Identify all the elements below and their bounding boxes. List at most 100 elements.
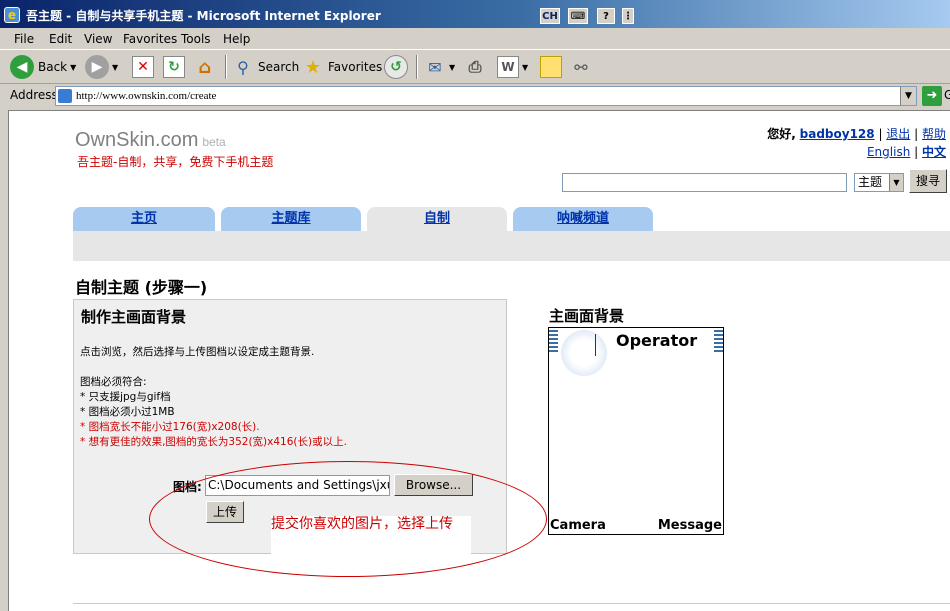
panel-title: 制作主画面背景 — [81, 308, 187, 326]
clock-icon — [561, 330, 607, 376]
greeting: 您好, — [767, 127, 796, 141]
go-label[interactable]: G — [944, 88, 950, 102]
username-link[interactable]: badboy128 — [800, 127, 875, 141]
file-label: 图档: — [173, 480, 202, 494]
address-url[interactable]: http://www.ownskin.com/create — [76, 90, 216, 102]
operator-label: Operator — [616, 331, 698, 350]
address-dropdown-icon[interactable]: ▼ — [900, 87, 916, 105]
softkey-left-label: Camera — [550, 518, 606, 533]
beta-tag: beta — [202, 135, 226, 149]
tab-create[interactable]: 自制 — [367, 207, 507, 231]
user-bar: 您好, badboy128 | 退出 | 帮助 English | 中文 — [767, 127, 946, 159]
stop-button[interactable]: ✕ — [132, 53, 154, 81]
mail-dropdown-icon[interactable]: ▼ — [449, 63, 455, 72]
go-arrow-icon[interactable]: ➜ — [922, 86, 942, 106]
mail-button[interactable]: ✉ ▼ — [424, 53, 455, 81]
tab-theme-library-label: 主题库 — [271, 211, 311, 226]
site-tagline: 吾主题-自制，共享，免费下手机主题 — [77, 155, 274, 169]
keyboard-icon[interactable]: ⌨ — [568, 8, 588, 24]
edit-button[interactable]: W ▼ — [497, 53, 528, 81]
ime-options-icon[interactable]: ⋮ — [622, 8, 634, 24]
browse-button[interactable]: Browse... — [394, 474, 473, 496]
mail-icon: ✉ — [428, 57, 442, 77]
softkey-right-label: Message — [657, 518, 722, 533]
window-title: 吾主题 - 自制与共享手机主题 - Microsoft Internet Exp… — [26, 9, 381, 23]
toolbar: ◀ Back ▼ ▶ ▼ ✕ ↻ ⌂ ⚲ Search ★ Favorites … — [0, 50, 950, 84]
star-icon: ★ — [304, 56, 322, 78]
edit-dropdown-icon[interactable]: ▼ — [522, 63, 528, 72]
search-icon: ⚲ — [237, 57, 249, 77]
chinese-link[interactable]: 中文 — [922, 145, 946, 159]
requirement-recommended: * 想有更佳的效果,图档的宽长为352(宽)x416(长)或以上. — [80, 436, 347, 448]
tab-shout-channel[interactable]: 呐喊频道 — [513, 207, 653, 231]
language-indicator[interactable]: CH — [540, 8, 560, 24]
requirement-size: * 图档必须小过1MB — [80, 406, 175, 418]
phone-screen-preview: Operator Camera Message — [548, 327, 724, 535]
printer-icon: ⎙ — [468, 57, 482, 76]
upload-button[interactable]: 上传 — [206, 501, 244, 523]
theme-search-input[interactable] — [562, 173, 847, 192]
tab-theme-library[interactable]: 主题库 — [221, 207, 361, 231]
menu-help[interactable]: Help — [223, 32, 250, 46]
tab-create-label: 自制 — [423, 211, 450, 226]
instruction-text: 点击浏览，然后选择与上传图档以设定成主题背景. — [80, 346, 315, 358]
menu-edit[interactable]: Edit — [49, 32, 72, 46]
requirement-dimensions: * 图档宽长不能小过176(宽)x208(长). — [80, 421, 260, 433]
back-label: Back — [38, 60, 68, 74]
address-bar: Address http://www.ownskin.com/create ▼ … — [0, 84, 950, 108]
logout-link[interactable]: 退出 — [886, 127, 910, 141]
panel-instructions: 点击浏览，然后选择与上传图档以设定成主题背景. 图档必须符合: * 只支援jpg… — [80, 345, 347, 450]
footer-divider — [73, 603, 950, 604]
menu-favorites[interactable]: Favorites — [123, 32, 177, 46]
history-icon: ↺ — [384, 55, 408, 79]
file-path-input[interactable]: C:\Documents and Settings\jxu — [205, 475, 390, 496]
page-title: 自制主题 (步骤一) — [75, 278, 208, 297]
forward-dropdown-icon[interactable]: ▼ — [112, 63, 118, 72]
address-label: Address — [10, 88, 58, 102]
signal-bars-icon — [549, 330, 558, 352]
chevron-down-icon[interactable]: ▼ — [889, 174, 903, 191]
refresh-button[interactable]: ↻ — [163, 53, 185, 81]
search-button[interactable]: ⚲ Search — [232, 53, 299, 81]
forward-arrow-icon: ▶ — [85, 55, 109, 79]
search-category-value: 主题 — [858, 175, 883, 189]
search-category-select[interactable]: 主题 ▼ — [854, 173, 904, 192]
favorites-button[interactable]: ★ Favorites — [302, 53, 382, 81]
preview-title: 主画面背景 — [549, 307, 625, 325]
ie-app-icon[interactable]: e — [4, 7, 20, 23]
home-icon: ⌂ — [198, 56, 212, 78]
page-icon — [58, 89, 72, 103]
requirement-format: * 只支援jpg与gif档 — [80, 391, 171, 403]
back-button[interactable]: ◀ Back ▼ — [10, 53, 76, 81]
search-submit-button[interactable]: 搜寻 — [909, 169, 947, 193]
refresh-icon: ↻ — [163, 56, 185, 78]
tab-shout-channel-label: 呐喊频道 — [556, 211, 609, 226]
search-label: Search — [258, 60, 300, 74]
research-icon: ⚯ — [574, 57, 588, 77]
site-logo[interactable]: OwnSkin.com beta — [75, 129, 226, 152]
messenger-button[interactable]: ⚯ — [570, 53, 592, 81]
tab-home[interactable]: 主页 — [73, 207, 215, 231]
english-link[interactable]: English — [867, 145, 910, 159]
menu-tools[interactable]: Tools — [181, 32, 211, 46]
forward-button[interactable]: ▶ ▼ — [85, 53, 118, 81]
back-arrow-icon: ◀ — [10, 55, 34, 79]
back-dropdown-icon[interactable]: ▼ — [70, 63, 76, 72]
history-button[interactable]: ↺ — [384, 53, 408, 81]
print-button[interactable]: ⎙ — [464, 53, 486, 81]
sub-navigation-bar — [73, 231, 950, 261]
menu-bar: File Edit View Favorites Tools Help — [0, 28, 950, 50]
window-title-bar: e 吾主题 - 自制与共享手机主题 - Microsoft Internet E… — [0, 0, 950, 28]
menu-file[interactable]: File — [14, 32, 34, 46]
notes-button[interactable] — [540, 53, 562, 81]
page-content: OwnSkin.com beta 吾主题-自制，共享，免费下手机主题 您好, ba… — [8, 110, 950, 611]
home-button[interactable]: ⌂ — [194, 53, 216, 81]
help-icon[interactable]: ? — [597, 8, 615, 24]
battery-bars-icon — [714, 330, 723, 352]
address-input[interactable]: http://www.ownskin.com/create ▼ — [55, 86, 917, 106]
menu-view[interactable]: View — [84, 32, 112, 46]
annotation-note: 提交你喜欢的图片，选择上传 — [271, 516, 471, 556]
help-link[interactable]: 帮助 — [922, 127, 946, 141]
favorites-label: Favorites — [328, 60, 383, 74]
tab-home-label: 主页 — [130, 211, 157, 226]
